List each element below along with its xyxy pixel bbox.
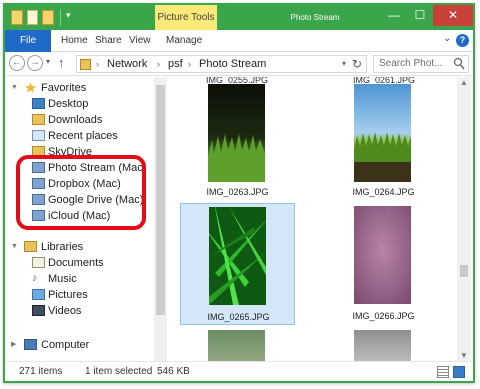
nav-videos[interactable]: Videos [5, 303, 153, 319]
nav-downloads[interactable]: Downloads [5, 112, 153, 128]
downloads-icon [32, 114, 45, 125]
search-placeholder: Search Phot... [379, 58, 443, 69]
search-icon[interactable] [453, 57, 465, 71]
collapse-arrow-icon[interactable]: ▼ [11, 80, 18, 96]
recent-locations-icon[interactable]: ▾ [46, 57, 50, 66]
image-thumbnail [354, 330, 411, 361]
address-history-icon[interactable]: ▾ [342, 59, 346, 68]
folder-icon [80, 59, 91, 70]
nav-libraries[interactable]: ▼ Libraries [5, 239, 153, 255]
tab-manage[interactable]: Manage [166, 30, 202, 52]
nav-pictures[interactable]: Pictures [5, 287, 153, 303]
new-folder-icon[interactable] [42, 10, 54, 25]
nav-documents[interactable]: Documents [5, 255, 153, 271]
tab-home[interactable]: Home [61, 30, 88, 52]
close-button[interactable]: ✕ [433, 5, 473, 26]
item-count: 271 items [19, 366, 63, 377]
file-caption: IMG_0266.JPG [352, 311, 415, 321]
nav-desktop[interactable]: Desktop [5, 96, 153, 112]
window-title: Photo Stream [290, 13, 340, 22]
tab-share[interactable]: Share [95, 30, 122, 52]
forward-icon[interactable]: → [27, 55, 43, 71]
videos-icon [32, 305, 45, 316]
file-item[interactable]: IMG_0263.JPG [180, 81, 295, 201]
tab-file[interactable]: File [5, 30, 51, 52]
details-view-icon[interactable] [437, 366, 449, 378]
documents-icon [32, 257, 45, 268]
nav-pane-scrollbar[interactable] [154, 77, 167, 361]
collapse-arrow-icon[interactable]: ▼ [11, 239, 18, 255]
maximize-button[interactable]: ☐ [407, 5, 433, 26]
nav-computer[interactable]: ▶ Computer [5, 337, 153, 353]
file-caption: IMG_0263.JPG [206, 187, 269, 197]
address-bar[interactable]: › Network › psf › Photo Stream ▾ ↻ [76, 55, 367, 73]
tab-view[interactable]: View [129, 30, 151, 52]
file-list: IMG_0255.JPG IMG_0261.JPG IMG_0263.JPG I… [168, 77, 457, 361]
breadcrumb-photo-stream[interactable]: Photo Stream [199, 56, 266, 72]
nav-favorites[interactable]: ▼ Favorites [5, 80, 153, 96]
star-icon [25, 82, 36, 93]
back-icon[interactable]: ← [9, 55, 25, 71]
file-caption: IMG_0264.JPG [352, 187, 415, 197]
file-item[interactable]: IMG_0266.JPG [326, 203, 441, 325]
nav-music[interactable]: ♪ Music [5, 271, 153, 287]
up-icon[interactable]: ↑ [58, 55, 65, 70]
scrollbar-thumb[interactable] [156, 85, 165, 315]
pictures-icon [32, 289, 45, 300]
expand-arrow-icon[interactable]: ▶ [11, 337, 16, 353]
selection-size: 546 KB [157, 366, 190, 377]
scroll-down-icon[interactable]: ▼ [460, 351, 468, 360]
folder-icon[interactable] [11, 10, 23, 25]
chevron-down-icon[interactable]: ⌄ [443, 33, 451, 44]
breadcrumb-separator[interactable]: › [96, 56, 99, 72]
scroll-up-icon[interactable]: ▲ [460, 78, 468, 87]
scrollbar-thumb[interactable] [460, 265, 468, 277]
image-thumbnail [208, 84, 265, 182]
address-toolbar: ← → ▾ ↑ › Network › psf › Photo Stream ▾… [5, 52, 473, 76]
search-input[interactable]: Search Phot... [373, 55, 469, 73]
content-scrollbar[interactable]: ▲ ▼ [457, 77, 471, 361]
libraries-icon [24, 241, 37, 252]
picture-tools-label: Picture Tools [155, 5, 217, 30]
customize-toolbar-icon[interactable]: ▾ [66, 10, 71, 21]
annotation-highlight [16, 155, 146, 230]
breadcrumb-separator[interactable]: › [157, 56, 160, 72]
toolbar-divider [60, 9, 61, 26]
file-item[interactable]: IMG_0264.JPG [326, 81, 441, 201]
image-thumbnail [209, 207, 266, 305]
breadcrumb-psf[interactable]: psf [168, 56, 183, 72]
status-bar: 271 items 1 item selected 546 KB [5, 361, 473, 381]
properties-icon[interactable] [27, 10, 38, 25]
minimize-button[interactable]: — [381, 5, 407, 26]
refresh-icon[interactable]: ↻ [352, 56, 362, 72]
large-icons-view-icon[interactable] [453, 366, 465, 378]
image-thumbnail [354, 84, 411, 182]
file-item[interactable] [180, 327, 295, 361]
title-bar: ▾ Picture Tools Photo Stream — ☐ ✕ [5, 5, 473, 30]
recent-places-icon [32, 130, 45, 141]
computer-icon [24, 339, 37, 350]
music-icon: ♪ [32, 272, 38, 284]
breadcrumb-separator[interactable]: › [188, 56, 191, 72]
file-item[interactable] [326, 327, 441, 361]
help-icon[interactable]: ? [456, 34, 469, 47]
file-caption: IMG_0265.JPG [207, 312, 270, 322]
image-thumbnail [354, 206, 411, 304]
file-item-selected[interactable]: IMG_0265.JPG [180, 203, 295, 325]
ribbon-tabs: File Home Share View Manage ⌄ ? [5, 30, 473, 52]
breadcrumb-network[interactable]: Network [107, 56, 147, 72]
image-thumbnail [208, 330, 265, 361]
desktop-icon [32, 98, 45, 109]
selection-status: 1 item selected [85, 366, 153, 377]
nav-recent-places[interactable]: Recent places [5, 128, 153, 144]
explorer-window: ▾ Picture Tools Photo Stream — ☐ ✕ File … [3, 3, 475, 383]
